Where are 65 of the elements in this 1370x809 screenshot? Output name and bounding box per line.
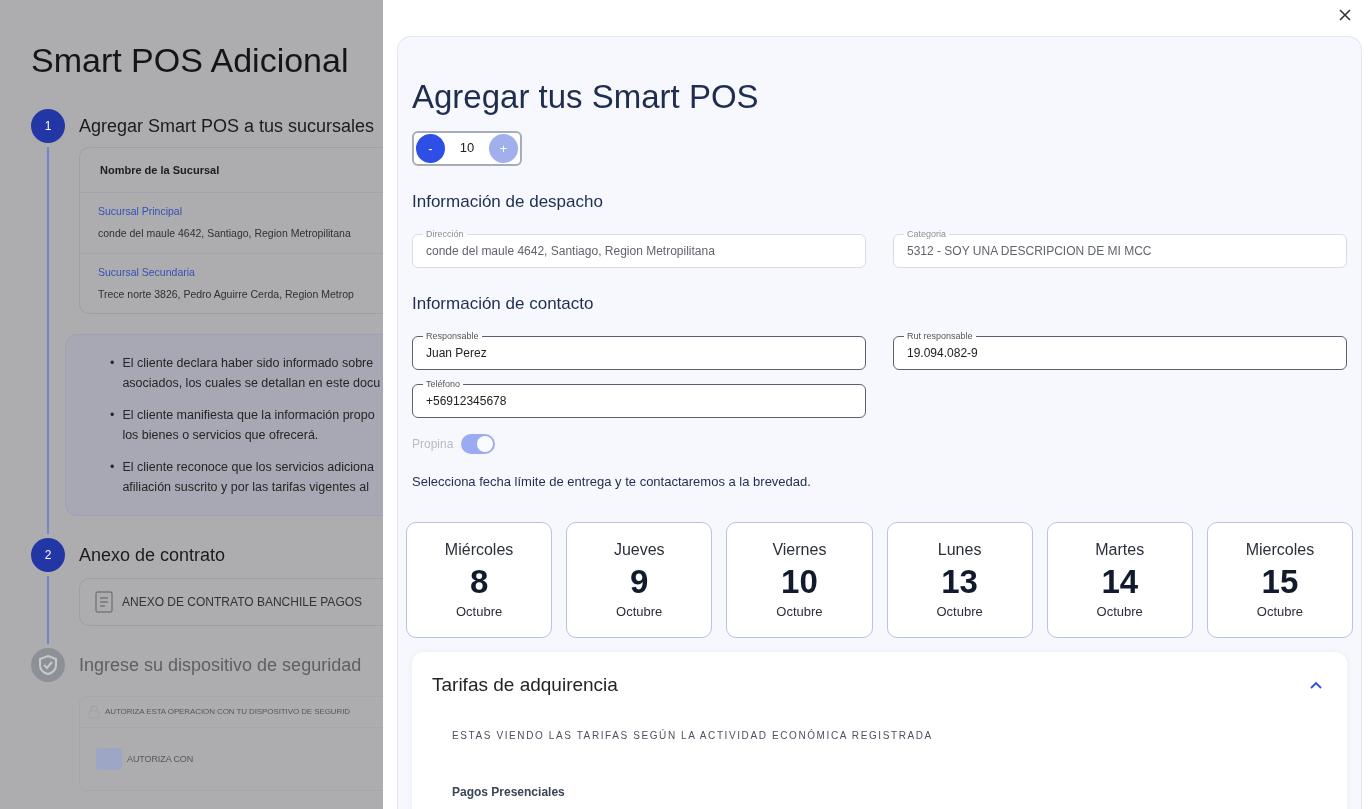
section-heading: Información de contacto — [412, 294, 595, 315]
terms-item: El cliente reconoce que los servicios adiciona afiliación suscrito y por las tarifas vigentes al — [122, 459, 374, 497]
subsection-heading: Pagos Presenciales — [452, 783, 566, 801]
quantity-value: 10 — [458, 139, 476, 158]
month-label: Octubre — [936, 602, 983, 621]
date-option[interactable]: Jueves 9 Octubre — [566, 521, 713, 638]
shield-check-icon — [37, 654, 59, 677]
field-label: Categoria — [904, 228, 950, 240]
toggle-label: Propina — [412, 436, 454, 454]
annex-document-link[interactable]: ANEXO DE CONTRATO BANCHILE PAGOS — [79, 578, 383, 627]
date-option[interactable]: Miércoles 8 Octubre — [406, 521, 553, 638]
accordion-title: Tarifas de adquirencia — [432, 672, 618, 697]
step-title: Anexo de contrato — [79, 544, 227, 568]
field-label: Responsable — [423, 330, 482, 343]
branch-address: conde del maule 4642, Santiago, Region Metropilitana — [98, 226, 352, 242]
step-marker: 1 — [31, 108, 65, 143]
step-title: Ingrese su dispositivo de seguridad — [79, 654, 363, 678]
month-label: Octubre — [1096, 602, 1143, 621]
close-icon — [1338, 8, 1352, 22]
terms-item: El cliente declara haber sido informado sobre asociados, los cuales se detallan en este docu — [122, 355, 381, 393]
weekday-label: Viernes — [772, 540, 827, 561]
bullet: • — [110, 407, 115, 425]
field-value: Juan Perez — [426, 345, 487, 363]
annex-title: ANEXO DE CONTRATO BANCHILE PAGOS — [122, 594, 363, 612]
field-value: conde del maule 4642, Santiago, Region Metropilitana — [426, 243, 715, 260]
day-number: 9 — [630, 562, 649, 602]
date-option[interactable]: Martes 14 Octubre — [1046, 521, 1193, 638]
weekday-label: Miercoles — [1245, 540, 1315, 561]
weekday-label: Jueves — [613, 540, 665, 561]
month-label: Octubre — [776, 602, 823, 621]
month-label: Octubre — [455, 602, 503, 621]
field-label: Rut responsable — [904, 330, 976, 343]
chevron-up-icon — [1309, 679, 1323, 690]
day-number: 13 — [941, 562, 978, 602]
decrement-button[interactable]: - — [416, 133, 445, 163]
document-icon — [94, 591, 114, 614]
bullet: • — [110, 459, 115, 477]
rates-note: ESTAS VIENDO LAS TARIFAS SEGÚN LA ACTIVIDAD ECONÓMICA REGISTRADA — [452, 728, 934, 743]
terms-item: El cliente manifiesta que la información propo los bienes o servicios que ofrecerá. — [122, 407, 375, 445]
bullet: • — [110, 355, 115, 373]
field-value: 19.094.082-9 — [907, 345, 978, 363]
weekday-label: Miércoles — [444, 540, 514, 561]
month-label: Octubre — [616, 602, 663, 621]
branch-address: Trece norte 3826, Pedro Aguirre Cerda, Region Metrop — [98, 286, 355, 302]
weekday-label: Martes — [1095, 540, 1145, 561]
security-notice: AUTORIZA ESTA OPERACION CON TU DISPOSITIVO DE SEGURID — [105, 706, 350, 719]
day-number: 15 — [1261, 562, 1299, 602]
page-title: Smart POS Adicional — [31, 40, 350, 81]
weekday-label: Lunes — [937, 540, 982, 561]
delivery-prompt: Selecciona fecha límite de entrega y te contactaremos a la brevedad. — [412, 473, 812, 492]
field-value: 5312 - SOY UNA DESCRIPCION DE MI MCC — [907, 243, 1152, 260]
day-number: 8 — [469, 562, 489, 602]
authorize-label: AUTORIZA CON — [127, 752, 194, 766]
step-title: Agregar Smart POS a tus sucursales — [79, 114, 376, 138]
day-number: 14 — [1101, 562, 1139, 602]
date-option[interactable]: Viernes 10 Octubre — [726, 521, 873, 638]
drawer-title: Agregar tus Smart POS — [412, 77, 760, 117]
field-value: +56912345678 — [426, 393, 507, 411]
section-heading: Información de despacho — [412, 191, 604, 212]
month-label: Octubre — [1256, 602, 1304, 621]
step-marker: 2 — [31, 538, 65, 573]
day-number: 10 — [781, 562, 818, 602]
date-option[interactable]: Lunes 13 Octubre — [886, 521, 1033, 638]
date-option[interactable]: Miercoles 15 Octubre — [1206, 521, 1353, 638]
field-label: Dirección — [423, 228, 467, 240]
